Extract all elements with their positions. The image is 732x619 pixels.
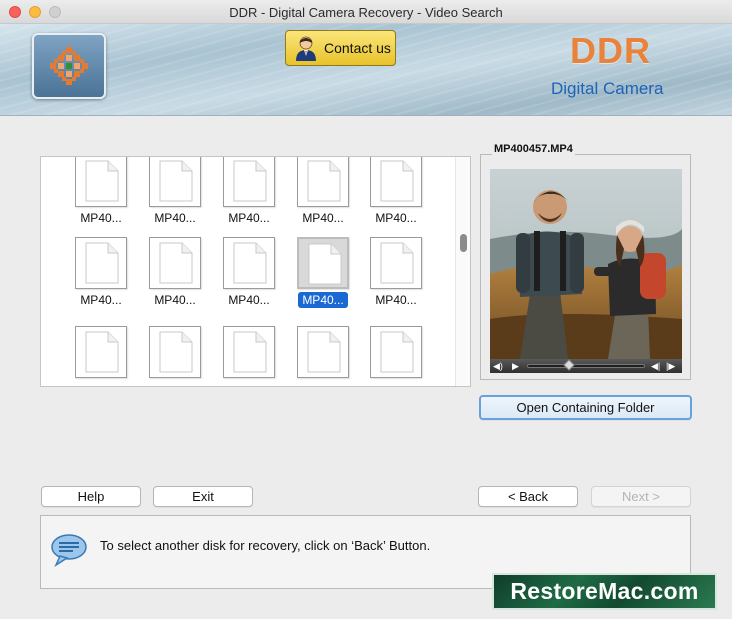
brand-title: DDR	[570, 30, 651, 71]
playback-slider[interactable]	[527, 359, 645, 371]
document-icon	[85, 160, 119, 202]
next-button[interactable]: Next >	[591, 486, 691, 507]
file-name-label: MP40...	[80, 293, 122, 307]
video-file-tile[interactable]: MP40...	[291, 157, 355, 235]
video-file-grid[interactable]: MP40... MP40... MP40... MP40... MP40... MP40.…	[40, 156, 471, 387]
file-thumbnail[interactable]	[223, 157, 275, 207]
file-name-label: MP40...	[228, 293, 270, 307]
document-icon	[159, 242, 193, 284]
video-file-tile[interactable]: MP40...	[217, 237, 281, 317]
speech-bubble-icon	[51, 534, 87, 567]
fast-forward-icon[interactable]: |▶	[666, 359, 675, 373]
file-thumbnail[interactable]	[75, 157, 127, 207]
app-logo	[32, 33, 106, 99]
grid-scrollbar-thumb[interactable]	[460, 234, 467, 252]
document-icon	[308, 243, 342, 285]
video-file-tile[interactable]: MP40...	[143, 157, 207, 235]
video-file-tile[interactable]: MP40...	[364, 237, 428, 317]
file-thumbnail[interactable]	[370, 326, 422, 378]
exit-button[interactable]: Exit	[153, 486, 253, 507]
video-file-tile[interactable]	[143, 326, 207, 386]
video-file-tile[interactable]: MP40...	[217, 157, 281, 235]
document-icon	[85, 331, 119, 373]
file-thumbnail[interactable]	[370, 157, 422, 207]
video-file-tile[interactable]	[364, 326, 428, 386]
document-icon	[85, 242, 119, 284]
title-bar: DDR - Digital Camera Recovery - Video Se…	[0, 0, 732, 24]
file-name-label: MP40...	[375, 293, 417, 307]
contact-us-button[interactable]: Contact us	[285, 30, 396, 66]
preview-panel: ◀) ▶ ◀| |▶	[480, 154, 691, 380]
rewind-icon[interactable]: ◀|	[651, 359, 660, 373]
volume-icon[interactable]: ◀)	[493, 359, 503, 373]
back-button[interactable]: < Back	[478, 486, 578, 507]
file-thumbnail[interactable]	[149, 237, 201, 289]
watermark-text: RestoreMac.com	[510, 578, 699, 604]
file-thumbnail[interactable]	[149, 326, 201, 378]
grid-scrollbar[interactable]	[455, 157, 470, 386]
hikers-photo	[490, 169, 682, 359]
video-file-tile[interactable]: MP40...	[364, 157, 428, 235]
header-banner: Contact us DDR Digital Camera	[0, 24, 732, 116]
file-thumbnail[interactable]	[297, 157, 349, 207]
document-icon	[380, 160, 414, 202]
file-name-label: MP40...	[302, 211, 344, 225]
file-thumbnail[interactable]	[75, 326, 127, 378]
window-title: DDR - Digital Camera Recovery - Video Se…	[229, 5, 503, 20]
document-icon	[159, 160, 193, 202]
document-icon	[233, 160, 267, 202]
video-file-tile[interactable]	[69, 326, 133, 386]
document-icon	[380, 242, 414, 284]
video-file-tile[interactable]: MP40...	[143, 237, 207, 317]
file-name-label: MP40...	[80, 211, 122, 225]
document-icon	[307, 331, 341, 373]
document-icon	[159, 331, 193, 373]
support-person-icon	[296, 36, 316, 61]
file-name-label: MP40...	[298, 292, 348, 308]
video-file-tile[interactable]: MP40...	[69, 237, 133, 317]
file-thumbnail[interactable]	[223, 326, 275, 378]
brand-subtitle: Digital Camera	[551, 79, 664, 98]
app-logo-icon	[50, 47, 88, 85]
watermark-badge: RestoreMac.com	[492, 573, 717, 610]
document-icon	[233, 331, 267, 373]
status-message-text: To select another disk for recovery, cli…	[100, 538, 431, 553]
file-thumbnail[interactable]	[75, 237, 127, 289]
document-icon	[233, 242, 267, 284]
file-name-label: MP40...	[375, 211, 417, 225]
video-file-tile[interactable]	[291, 326, 355, 386]
file-name-label: MP40...	[154, 293, 196, 307]
file-name-label: MP40...	[154, 211, 196, 225]
video-preview-image	[490, 169, 682, 359]
video-file-tile[interactable]	[217, 326, 281, 386]
video-file-tile[interactable]: MP40...	[69, 157, 133, 235]
file-thumbnail[interactable]	[149, 157, 201, 207]
open-containing-folder-button[interactable]: Open Containing Folder	[479, 395, 692, 420]
file-thumbnail[interactable]	[297, 237, 349, 289]
video-player-controls: ◀) ▶ ◀| |▶	[490, 359, 682, 373]
file-thumbnail[interactable]	[223, 237, 275, 289]
file-thumbnail[interactable]	[370, 237, 422, 289]
help-button[interactable]: Help	[41, 486, 141, 507]
document-icon	[380, 331, 414, 373]
preview-filename: MP400457.MP4	[492, 143, 575, 155]
document-icon	[307, 160, 341, 202]
file-name-label: MP40...	[228, 211, 270, 225]
play-icon[interactable]: ▶	[512, 359, 519, 373]
contact-us-label: Contact us	[324, 40, 391, 56]
video-file-tile[interactable]: MP40...	[291, 237, 355, 317]
playback-slider-knob[interactable]	[563, 359, 575, 371]
file-thumbnail[interactable]	[297, 326, 349, 378]
